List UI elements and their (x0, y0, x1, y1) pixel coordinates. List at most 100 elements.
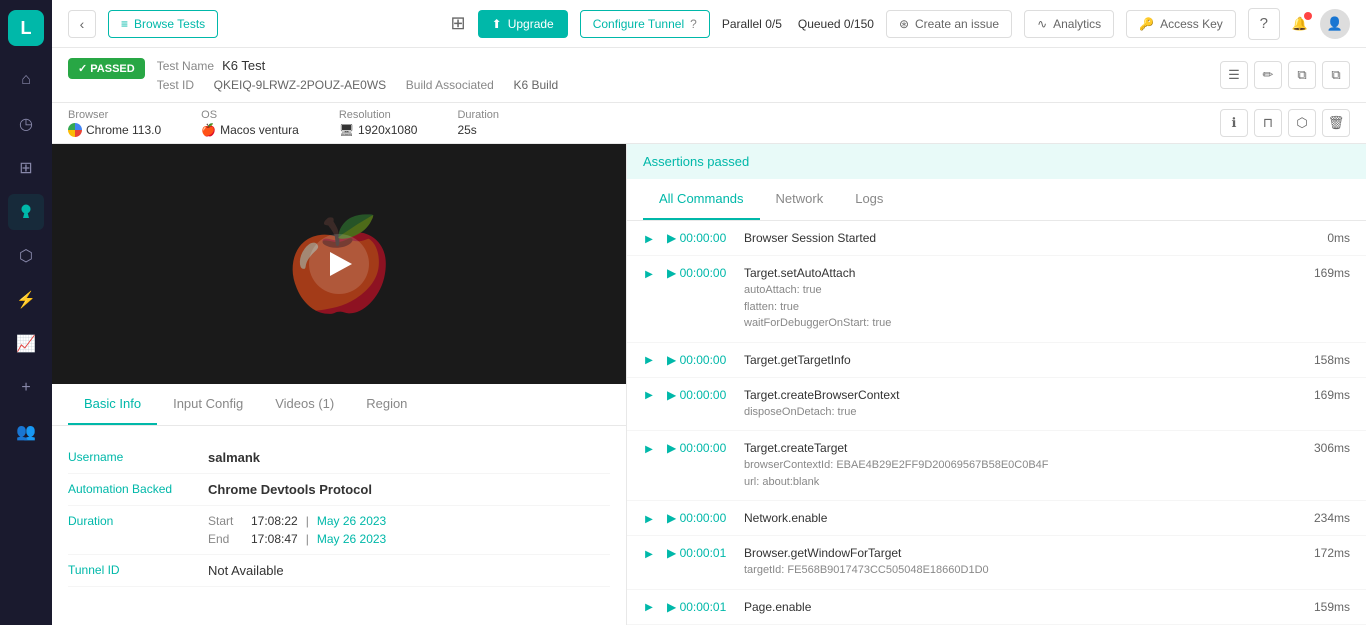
test-name-value: K6 Test (222, 58, 265, 73)
apps-grid-icon[interactable]: ⊞ (451, 13, 466, 34)
back-button[interactable]: ‹ (68, 10, 96, 38)
username-row: Username salmank (68, 442, 610, 474)
trash-icon-button[interactable]: 🗑 (1322, 109, 1350, 137)
command-duration: 158ms (1314, 353, 1350, 367)
create-issue-label: Create an issue (915, 17, 999, 31)
key-icon: 🔑 (1139, 17, 1154, 31)
duration-info-item: Duration 25s (457, 109, 499, 137)
topnav-right: ⊞ ⬆ Upgrade Configure Tunnel ? Parallel … (451, 8, 1350, 40)
robot-icon[interactable] (8, 194, 44, 230)
copy-icon-button[interactable]: ⧉ (1288, 61, 1316, 89)
lightning-icon[interactable]: ⚡ (8, 282, 44, 318)
right-panel: Assertions passed All Commands Network L… (627, 144, 1366, 625)
parallel-label: Parallel 0/5 (722, 17, 782, 31)
username-label: Username (68, 450, 208, 465)
notification-badge (1304, 12, 1312, 20)
duration-value: 25s (457, 123, 499, 137)
expand-icon[interactable]: ▶ (643, 513, 655, 525)
list-icon-button[interactable]: ☰ (1220, 61, 1248, 89)
browse-tests-icon: ≡ (121, 17, 128, 31)
share-icon-button[interactable]: ⬡ (1288, 109, 1316, 137)
expand-icon[interactable]: ▶ (643, 548, 655, 560)
command-duration: 306ms (1314, 441, 1350, 455)
sidebar: L ⌂ ◷ ⊞ ⬡ ⚡ 📈 + 👥 (0, 0, 52, 625)
content-area: 🍎 Basic Info Input Config Videos (1) Reg… (52, 144, 1366, 625)
command-time: ▶ 00:00:00 (667, 353, 732, 367)
main-content: ‹ ≡ Browse Tests ⊞ ⬆ Upgrade Configure T… (52, 0, 1366, 625)
command-row: ▶ ▶ 00:00:01 Page.enable 159ms (627, 590, 1366, 625)
tab-input-config[interactable]: Input Config (157, 384, 259, 425)
command-duration: 234ms (1314, 511, 1350, 525)
expand-icon[interactable]: ▶ (643, 443, 655, 455)
notifications-icon[interactable]: 🔔 (1292, 16, 1308, 32)
configure-tunnel-label: Configure Tunnel (593, 17, 684, 31)
tunnel-row: Tunnel ID Not Available (68, 555, 610, 587)
upgrade-button[interactable]: ⬆ Upgrade (478, 10, 568, 38)
grid-icon[interactable]: ⊞ (8, 150, 44, 186)
edit-icon-button[interactable]: ✏ (1254, 61, 1282, 89)
command-row: ▶ ▶ 00:00:00 Network.enable 234ms (627, 501, 1366, 536)
expand-icon[interactable]: ▶ (643, 390, 655, 402)
configure-tunnel-button[interactable]: Configure Tunnel ? (580, 10, 710, 38)
clock-icon[interactable]: ◷ (8, 106, 44, 142)
command-duration: 159ms (1314, 600, 1350, 614)
automation-row: Automation Backed Chrome Devtools Protoc… (68, 474, 610, 506)
expand-icon[interactable]: ▶ (643, 355, 655, 367)
status-badge: ✓ PASSED (68, 58, 145, 79)
access-key-button[interactable]: 🔑 Access Key (1126, 10, 1236, 38)
expand-icon[interactable]: ▶ (643, 268, 655, 280)
command-details: Network.enable (744, 511, 1302, 525)
delete-icon-button[interactable]: ⧉ (1322, 61, 1350, 89)
layers-icon[interactable]: ⬡ (8, 238, 44, 274)
expand-icon[interactable]: ▶ (643, 602, 655, 614)
tab-network[interactable]: Network (760, 179, 840, 220)
tab-videos[interactable]: Videos (1) (259, 384, 350, 425)
tab-region[interactable]: Region (350, 384, 423, 425)
home-icon[interactable]: ⌂ (8, 62, 44, 98)
browser-info-bar: Browser Chrome 113.0 OS 🍎 Macos ventura … (52, 103, 1366, 144)
test-id-row: Test ID QKEIQ-9LRWZ-2POUZ-AE0WS Build As… (157, 77, 558, 92)
commands-tabs-bar: All Commands Network Logs (627, 179, 1366, 221)
test-id-label: Test ID (157, 78, 194, 92)
end-date: May 26 2023 (317, 532, 386, 546)
build-associated-label: Build Associated (406, 78, 494, 92)
assertions-banner: Assertions passed (627, 144, 1366, 179)
test-header: ✓ PASSED Test Name K6 Test Test ID QKEIQ… (52, 48, 1366, 103)
create-issue-button[interactable]: ⊛ Create an issue (886, 10, 1012, 38)
os-info-item: OS 🍎 Macos ventura (201, 109, 299, 137)
browse-tests-button[interactable]: ≡ Browse Tests (108, 10, 218, 38)
command-row: ▶ ▶ 00:00:00 Target.getTargetInfo 158ms (627, 343, 1366, 378)
play-button[interactable] (309, 234, 369, 294)
video-player[interactable]: 🍎 (52, 144, 626, 384)
upgrade-label: Upgrade (508, 17, 554, 31)
upgrade-icon: ⬆ (492, 17, 502, 31)
command-params: browserContextId: EBAE4B29E2FF9D20069567… (744, 457, 1302, 490)
tab-basic-info[interactable]: Basic Info (68, 384, 157, 425)
command-name: Target.getTargetInfo (744, 353, 1302, 367)
command-row: ▶ ▶ 00:00:01 Browser.getWindowForTarget … (627, 536, 1366, 590)
info-icon-button[interactable]: ℹ (1220, 109, 1248, 137)
chart-icon[interactable]: 📈 (8, 326, 44, 362)
browser-icon (68, 123, 82, 137)
tab-logs[interactable]: Logs (839, 179, 899, 220)
reset-icon-button[interactable]: ⊓ (1254, 109, 1282, 137)
end-value: 17:08:47 (251, 532, 298, 546)
user-group-icon[interactable]: 👥 (8, 414, 44, 450)
os-value: 🍎 Macos ventura (201, 123, 299, 137)
access-key-label: Access Key (1160, 17, 1223, 31)
end-label: End (208, 532, 243, 546)
help-button[interactable]: ? (1248, 8, 1280, 40)
browser-info-item: Browser Chrome 113.0 (68, 109, 161, 137)
command-details: Browser.getWindowForTarget targetId: FE5… (744, 546, 1302, 579)
command-row: ▶ ▶ 00:00:00 Target.createTarget browser… (627, 431, 1366, 501)
analytics-button[interactable]: ∿ Analytics (1024, 10, 1114, 38)
expand-icon[interactable]: ▶ (643, 233, 655, 245)
tab-all-commands[interactable]: All Commands (643, 179, 760, 220)
user-avatar[interactable]: 👤 (1320, 9, 1350, 39)
logo[interactable]: L (8, 10, 44, 46)
start-label: Start (208, 514, 243, 528)
plus-icon[interactable]: + (8, 370, 44, 406)
os-icon: 🍎 (201, 123, 216, 137)
command-name: Target.createBrowserContext (744, 388, 1302, 402)
username-value: salmank (208, 450, 260, 465)
